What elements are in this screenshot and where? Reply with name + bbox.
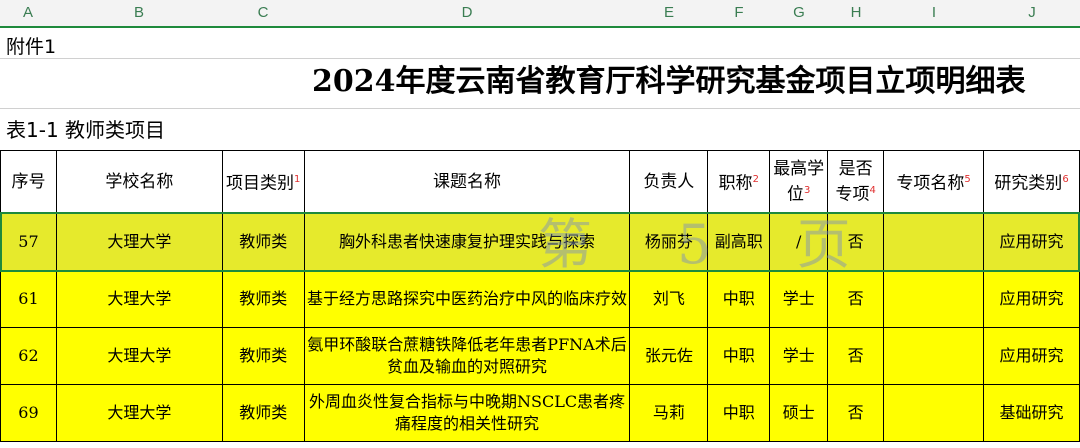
column-header-d[interactable]: D [304, 0, 630, 26]
cell-topic[interactable]: 氨甲环酸联合蔗糖铁降低老年患者PFNA术后贫血及输血的对照研究 [303, 327, 631, 385]
column-header-c[interactable]: C [222, 0, 304, 26]
project-table: 序号 学校名称 项目类别1 课题名称 负责人 职称2 最高学位3 是否专项4 专… [0, 150, 1080, 442]
table-row[interactable]: 62 大理大学 教师类 氨甲环酸联合蔗糖铁降低老年患者PFNA术后贫血及输血的对… [0, 327, 1080, 385]
cell-topic[interactable]: 基于经方思路探究中医药治疗中风的临床疗效 [303, 270, 631, 328]
cell-research-type[interactable]: 基础研究 [983, 384, 1080, 442]
cell-title[interactable]: 中职 [707, 384, 771, 442]
attachment-label[interactable]: 附件1 [6, 32, 56, 59]
cell-no[interactable]: 61 [0, 270, 57, 328]
cell-title[interactable]: 中职 [707, 270, 771, 328]
cell-leader[interactable]: 张元佐 [629, 327, 709, 385]
cell-school[interactable]: 大理大学 [55, 327, 223, 385]
cell-topic[interactable]: 外周血炎性复合指标与中晚期NSCLC患者疼痛程度的相关性研究 [303, 384, 631, 442]
cell-no[interactable]: 57 [0, 213, 57, 271]
column-header-b[interactable]: B [56, 0, 222, 26]
cell-category[interactable]: 教师类 [221, 327, 305, 385]
cell-special-name[interactable] [883, 213, 985, 271]
cell-topic[interactable]: 胸外科患者快速康复护理实践与探索 [303, 213, 631, 271]
table-header-row: 序号 学校名称 项目类别1 课题名称 负责人 职称2 最高学位3 是否专项4 专… [0, 150, 1080, 214]
cell-degree[interactable]: / [769, 213, 829, 271]
column-header-h[interactable]: H [828, 0, 884, 26]
column-header-j[interactable]: J [984, 0, 1080, 26]
header-school[interactable]: 学校名称 [55, 150, 223, 214]
table-label[interactable]: 表1-1 教师类项目 [6, 114, 165, 143]
cell-degree[interactable]: 学士 [769, 327, 829, 385]
header-special[interactable]: 是否专项4 [827, 150, 885, 214]
cell-special-name[interactable] [883, 327, 985, 385]
header-category[interactable]: 项目类别1 [221, 150, 305, 214]
cell-degree[interactable]: 硕士 [769, 384, 829, 442]
cell-no[interactable]: 69 [0, 384, 57, 442]
cell-no[interactable]: 62 [0, 327, 57, 385]
column-header-bar: A B C D E F G H I J [0, 0, 1080, 28]
grid-line [0, 108, 1080, 109]
header-title[interactable]: 职称2 [707, 150, 771, 214]
header-special-name[interactable]: 专项名称5 [883, 150, 985, 214]
column-header-f[interactable]: F [708, 0, 770, 26]
table-row[interactable]: 61 大理大学 教师类 基于经方思路探究中医药治疗中风的临床疗效 刘飞 中职 学… [0, 270, 1080, 328]
column-header-g[interactable]: G [770, 0, 828, 26]
cell-special[interactable]: 否 [827, 270, 885, 328]
cell-school[interactable]: 大理大学 [55, 270, 223, 328]
cell-special[interactable]: 否 [827, 384, 885, 442]
cell-research-type[interactable]: 应用研究 [983, 213, 1080, 271]
header-topic[interactable]: 课题名称 [303, 150, 631, 214]
cell-special[interactable]: 否 [827, 213, 885, 271]
cell-school[interactable]: 大理大学 [55, 384, 223, 442]
cell-leader[interactable]: 杨丽芬 [629, 213, 709, 271]
cell-leader[interactable]: 马莉 [629, 384, 709, 442]
column-header-i[interactable]: I [884, 0, 984, 26]
cell-special-name[interactable] [883, 270, 985, 328]
cell-category[interactable]: 教师类 [221, 270, 305, 328]
header-no[interactable]: 序号 [0, 150, 57, 214]
header-degree[interactable]: 最高学位3 [769, 150, 829, 214]
table-row[interactable]: 57 大理大学 教师类 胸外科患者快速康复护理实践与探索 杨丽芬 副高职 / 否… [0, 213, 1080, 271]
header-leader[interactable]: 负责人 [629, 150, 709, 214]
cell-special[interactable]: 否 [827, 327, 885, 385]
cell-category[interactable]: 教师类 [221, 213, 305, 271]
sheet-title: 2024年度云南省教育厅科学研究基金项目立项明细表 [312, 64, 1026, 99]
cell-degree[interactable]: 学士 [769, 270, 829, 328]
cell-title[interactable]: 中职 [707, 327, 771, 385]
cell-category[interactable]: 教师类 [221, 384, 305, 442]
column-header-a[interactable]: A [0, 0, 56, 26]
sheet-title-cell[interactable]: 2024年度云南省教育厅科学研究基金项目立项明细表 [0, 56, 1080, 108]
cell-title[interactable]: 副高职 [707, 213, 771, 271]
table-row[interactable]: 69 大理大学 教师类 外周血炎性复合指标与中晚期NSCLC患者疼痛程度的相关性… [0, 384, 1080, 442]
cell-special-name[interactable] [883, 384, 985, 442]
header-research-type[interactable]: 研究类别6 [983, 150, 1080, 214]
cell-leader[interactable]: 刘飞 [629, 270, 709, 328]
cell-research-type[interactable]: 应用研究 [983, 327, 1080, 385]
cell-school[interactable]: 大理大学 [55, 213, 223, 271]
column-header-e[interactable]: E [630, 0, 708, 26]
cell-research-type[interactable]: 应用研究 [983, 270, 1080, 328]
